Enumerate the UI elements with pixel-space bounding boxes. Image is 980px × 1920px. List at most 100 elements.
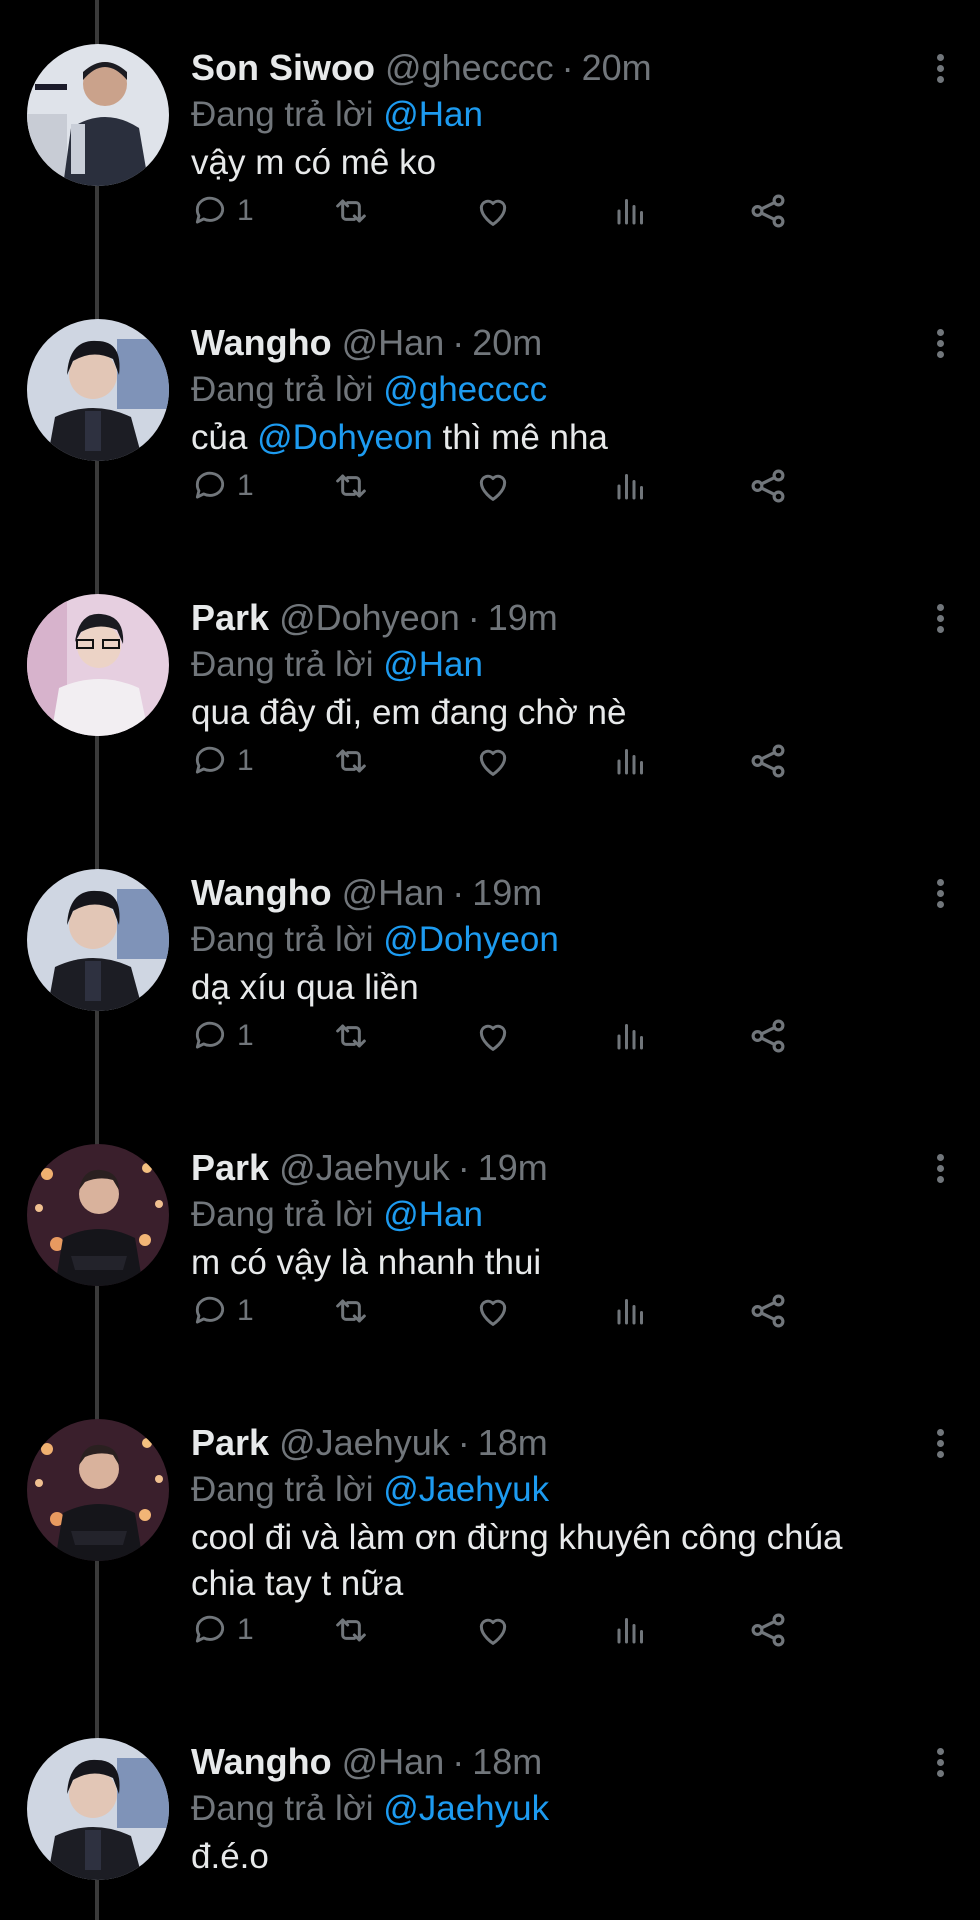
avatar[interactable] — [27, 1738, 169, 1880]
handle[interactable]: @Han — [342, 869, 445, 917]
avatar[interactable] — [27, 1419, 169, 1561]
timestamp[interactable]: 20m — [582, 44, 652, 92]
tweet-text: cool đi và làm ơn đừng khuyên công chúa … — [191, 1515, 900, 1607]
like-button[interactable] — [473, 736, 513, 786]
tweet-header: Park @Jaehyuk · 19m — [191, 1144, 900, 1192]
tweet-text-part: dạ xíu qua liền — [191, 968, 419, 1007]
display-name[interactable]: Wangho — [191, 1738, 332, 1786]
like-button[interactable] — [473, 1605, 513, 1655]
avatar[interactable] — [27, 869, 169, 1011]
replying-to: Đang trả lời @Han — [191, 92, 900, 138]
like-button[interactable] — [473, 461, 513, 511]
like-button[interactable] — [473, 186, 513, 236]
display-name[interactable]: Park — [191, 1419, 269, 1467]
share-button[interactable] — [747, 461, 789, 511]
share-button[interactable] — [747, 1286, 789, 1336]
like-icon — [479, 199, 507, 226]
reply-icon — [195, 1021, 225, 1049]
views-icon — [617, 1618, 643, 1644]
timestamp[interactable]: 19m — [488, 594, 558, 642]
reply-count: 1 — [237, 1294, 254, 1327]
retweet-button[interactable] — [331, 1286, 371, 1336]
timestamp[interactable]: 18m — [472, 1738, 542, 1786]
retweet-button[interactable] — [331, 1011, 371, 1061]
retweet-button[interactable] — [331, 186, 371, 236]
retweet-icon — [336, 1024, 366, 1048]
tweet-header: Park @Jaehyuk · 18m — [191, 1419, 900, 1467]
reply-icon — [195, 196, 225, 224]
more-icon[interactable] — [930, 594, 950, 642]
reply-button[interactable]: 1 — [191, 1011, 254, 1061]
more-icon[interactable] — [930, 1419, 950, 1467]
views-button[interactable] — [613, 1011, 649, 1061]
like-button[interactable] — [473, 1011, 513, 1061]
handle[interactable]: @ghecccc — [385, 44, 554, 92]
reply-to-mention[interactable]: @Jaehyuk — [383, 1789, 549, 1828]
reply-button[interactable]: 1 — [191, 461, 254, 511]
share-icon — [751, 744, 785, 778]
share-button[interactable] — [747, 1605, 789, 1655]
reply-icon — [195, 1615, 225, 1643]
reply-to-mention[interactable]: @ghecccc — [383, 370, 547, 409]
share-button[interactable] — [747, 1011, 789, 1061]
separator: · — [452, 872, 465, 913]
more-icon[interactable] — [930, 1738, 950, 1786]
more-icon[interactable] — [930, 319, 950, 367]
tweet-text-part: cool đi và làm ơn đừng khuyên công chúa … — [191, 1518, 843, 1603]
reply-prefix: Đang trả lời — [191, 920, 374, 959]
handle[interactable]: @Jaehyuk — [279, 1419, 450, 1467]
tweet-header: Park @Dohyeon · 19m — [191, 594, 900, 642]
retweet-button[interactable] — [331, 736, 371, 786]
display-name[interactable]: Wangho — [191, 869, 332, 917]
timestamp[interactable]: 19m — [472, 869, 542, 917]
views-button[interactable] — [613, 1605, 649, 1655]
share-button[interactable] — [747, 736, 789, 786]
avatar[interactable] — [27, 1144, 169, 1286]
reply-to-mention[interactable]: @Dohyeon — [383, 920, 559, 959]
display-name[interactable]: Park — [191, 594, 269, 642]
share-icon — [751, 1613, 785, 1647]
more-icon[interactable] — [930, 44, 950, 92]
reply-button[interactable]: 1 — [191, 186, 254, 236]
reply-to-mention[interactable]: @Han — [383, 95, 483, 134]
reply-count: 1 — [237, 194, 254, 227]
separator: · — [457, 1422, 470, 1463]
share-button[interactable] — [747, 186, 789, 236]
views-button[interactable] — [613, 736, 649, 786]
reply-button[interactable]: 1 — [191, 1605, 254, 1655]
text-mention[interactable]: @Dohyeon — [257, 418, 433, 457]
timestamp[interactable]: 20m — [472, 319, 542, 367]
display-name[interactable]: Park — [191, 1144, 269, 1192]
reply-count: 1 — [237, 469, 254, 502]
like-button[interactable] — [473, 1286, 513, 1336]
timestamp[interactable]: 18m — [478, 1419, 548, 1467]
views-button[interactable] — [613, 186, 649, 236]
reply-prefix: Đang trả lời — [191, 95, 374, 134]
reply-to-mention[interactable]: @Han — [383, 645, 483, 684]
views-button[interactable] — [613, 461, 649, 511]
share-icon — [751, 1019, 785, 1053]
tweet-text-part: thì mê nha — [432, 418, 608, 457]
avatar[interactable] — [27, 594, 169, 736]
timestamp[interactable]: 19m — [478, 1144, 548, 1192]
handle[interactable]: @Han — [342, 1738, 445, 1786]
separator: · — [452, 322, 465, 363]
more-icon[interactable] — [930, 869, 950, 917]
retweet-button[interactable] — [331, 1605, 371, 1655]
reply-button[interactable]: 1 — [191, 1286, 254, 1336]
views-button[interactable] — [613, 1286, 649, 1336]
more-icon[interactable] — [930, 1144, 950, 1192]
handle[interactable]: @Dohyeon — [279, 594, 460, 642]
display-name[interactable]: Wangho — [191, 319, 332, 367]
handle[interactable]: @Han — [342, 319, 445, 367]
handle[interactable]: @Jaehyuk — [279, 1144, 450, 1192]
separator: · — [561, 47, 574, 88]
retweet-button[interactable] — [331, 461, 371, 511]
reply-to-mention[interactable]: @Jaehyuk — [383, 1470, 549, 1509]
avatar[interactable] — [27, 44, 169, 186]
reply-button[interactable]: 1 — [191, 736, 254, 786]
reply-to-mention[interactable]: @Han — [383, 1195, 483, 1234]
retweet-icon — [336, 199, 366, 223]
display-name[interactable]: Son Siwoo — [191, 44, 375, 92]
avatar[interactable] — [27, 319, 169, 461]
